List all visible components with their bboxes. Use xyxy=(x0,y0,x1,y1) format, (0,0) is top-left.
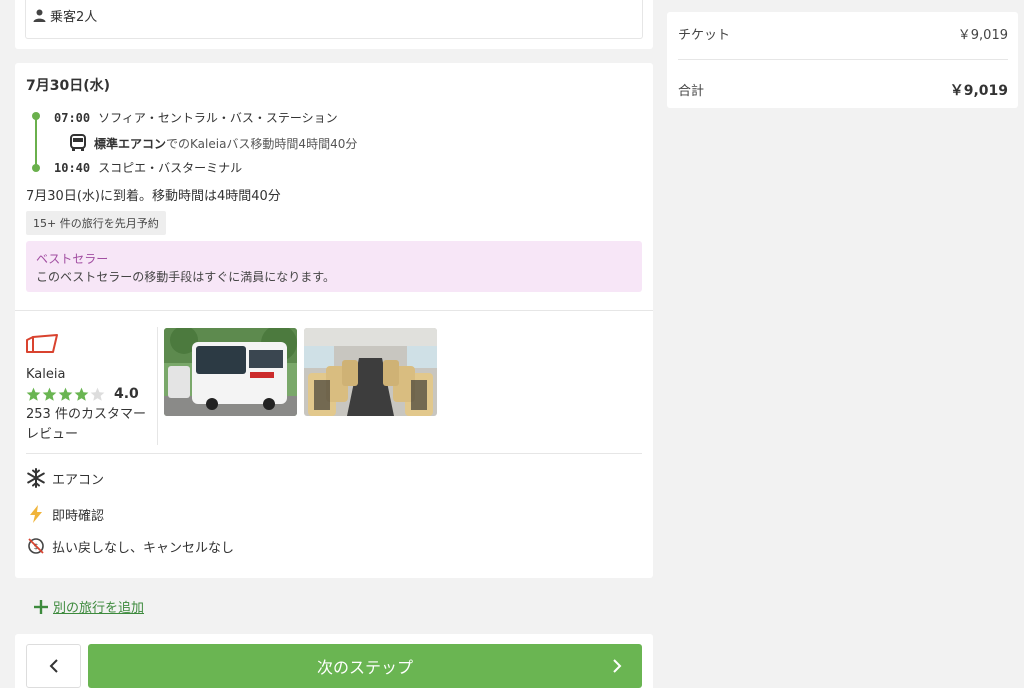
nav-card: 次のステップ xyxy=(15,634,653,688)
bestseller-banner: ベストセラー このベストセラーの移動手段はすぐに満員になります。 xyxy=(26,241,642,292)
lightning-icon xyxy=(30,505,42,523)
ticket-value: ￥9,019 xyxy=(957,28,1008,43)
bus-class: 標準エアコン xyxy=(94,136,167,151)
operator-logo-icon xyxy=(26,334,58,353)
passenger-row: 乗客2人 xyxy=(33,6,97,25)
star-empty-icon xyxy=(90,387,105,401)
arrival-time: 10:40 xyxy=(54,160,91,175)
timeline-dot-start xyxy=(32,112,40,120)
feature-aircon: エアコン xyxy=(26,468,104,488)
chevron-left-icon xyxy=(49,659,58,673)
chevron-right-icon xyxy=(613,659,622,673)
divider xyxy=(678,59,1008,60)
trip-date: 7月30日(水) xyxy=(26,78,111,94)
feature-label: 払い戻しなし、キャンセルなし xyxy=(52,540,235,556)
feature-instant-confirm: 即時確認 xyxy=(26,504,104,524)
arrival-station: スコピエ・バスターミナル xyxy=(98,161,243,175)
divider xyxy=(15,310,653,311)
plus-icon xyxy=(34,599,48,614)
feature-label: 即時確認 xyxy=(52,508,105,524)
snowflake-icon xyxy=(27,468,45,488)
bestseller-title: ベストセラー xyxy=(36,252,109,266)
back-button[interactable] xyxy=(26,644,81,688)
bus-icon xyxy=(70,134,86,151)
timeline-dot-end xyxy=(32,164,40,172)
add-trip-label[interactable]: 別の旅行を追加 xyxy=(53,597,144,616)
next-step-label: 次のステップ xyxy=(316,658,413,677)
departure-stop: 07:00 ソフィア・セントラル・バス・ステーション xyxy=(54,109,338,126)
operator-name: Kaleia xyxy=(26,367,66,382)
total-row: 合計 ￥9,019 xyxy=(678,80,1008,100)
departure-time: 07:00 xyxy=(54,110,91,125)
vertical-divider xyxy=(157,327,158,445)
feature-label: エアコン xyxy=(52,472,105,488)
star-icon xyxy=(58,387,73,401)
person-icon xyxy=(33,9,46,22)
star-icon xyxy=(26,387,41,401)
booked-badge: 15+ 件の旅行を先月予約 xyxy=(26,211,166,235)
total-value: ￥9,019 xyxy=(949,83,1008,99)
passenger-label: 乗客2人 xyxy=(50,10,98,25)
passenger-card: 乗客2人 xyxy=(15,0,653,49)
price-summary-card: チケット ￥9,019 合計 ￥9,019 xyxy=(667,12,1018,108)
timeline-line xyxy=(35,114,37,168)
star-icon xyxy=(42,387,57,401)
trip-card: 7月30日(水) 07:00 ソフィア・セントラル・バス・ステーション 標準エア… xyxy=(15,63,653,578)
total-label: 合計 xyxy=(678,84,705,99)
ticket-label: チケット xyxy=(678,28,731,43)
passenger-box: 乗客2人 xyxy=(25,0,643,39)
reviews-count[interactable]: 253 件のカスタマーレビュー xyxy=(26,405,151,445)
no-refund-icon: $ xyxy=(28,538,44,554)
add-trip-link[interactable]: 別の旅行を追加 xyxy=(33,597,144,616)
departure-station: ソフィア・セントラル・バス・ステーション xyxy=(98,111,338,125)
ticket-row: チケット ￥9,019 xyxy=(678,24,1008,43)
divider xyxy=(26,453,642,454)
feature-no-refund: $ 払い戻しなし、キャンセルなし xyxy=(26,536,234,556)
next-step-button[interactable]: 次のステップ xyxy=(88,644,642,688)
bestseller-desc: このベストセラーの移動手段はすぐに満員になります。 xyxy=(36,270,336,284)
arrival-summary: 7月30日(水)に到着。移動時間は4時間40分 xyxy=(26,189,281,204)
arrival-stop: 10:40 スコピエ・バスターミナル xyxy=(54,159,242,176)
star-icon xyxy=(74,387,89,401)
bus-info-text: でのKaleiaバス移動時間4時間40分 xyxy=(166,136,358,151)
bus-exterior-photo[interactable] xyxy=(164,328,297,416)
rating-value: 4.0 xyxy=(114,386,139,402)
rating: 4.0 xyxy=(26,386,139,402)
bus-interior-photo[interactable] xyxy=(304,328,437,416)
bus-info: 標準エアコン でのKaleiaバス移動時間4時間40分 xyxy=(70,134,357,152)
